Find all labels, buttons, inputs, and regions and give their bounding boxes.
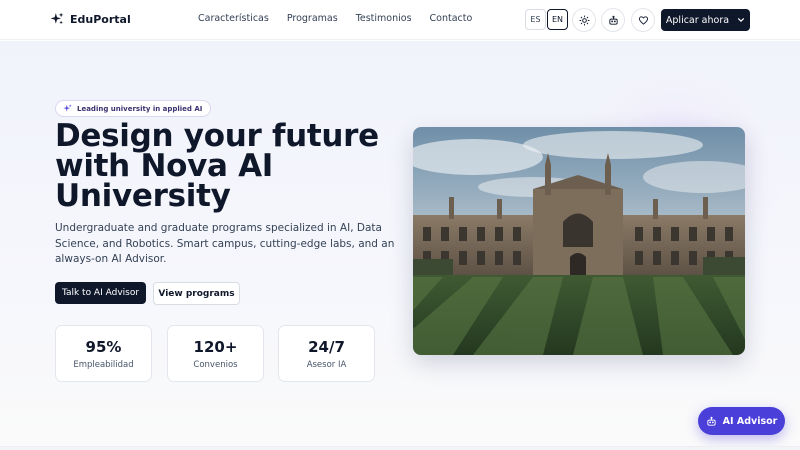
favorites-button[interactable] [631, 8, 655, 32]
ai-assistant-button[interactable] [601, 8, 625, 32]
hero-description: Undergraduate and graduate programs spec… [55, 222, 395, 265]
brand-logo[interactable]: EduPortal [50, 12, 131, 26]
stat-label: Asesor IA [306, 360, 347, 370]
language-en-button[interactable]: EN [547, 9, 568, 30]
hero-title: Design your future with Nova AI Universi… [55, 118, 379, 214]
apply-now-button[interactable]: Aplicar ahora [661, 9, 750, 31]
floating-ai-advisor-label: AI Advisor [722, 415, 778, 427]
nav-link-testimonios[interactable]: Testimonios [356, 13, 412, 24]
nav-link-caracteristicas[interactable]: Características [198, 13, 269, 24]
floating-ai-advisor-button[interactable]: AI Advisor [698, 407, 785, 435]
stat-card-agreements: 120+ Convenios [167, 325, 264, 382]
sparkle-icon [50, 12, 64, 25]
hero-badge-text: Leading university in applied AI [77, 104, 203, 113]
view-programs-button[interactable]: View programs [153, 282, 240, 305]
stat-value: 24/7 [308, 338, 345, 356]
sun-icon [578, 14, 590, 26]
robot-icon [707, 416, 716, 426]
main-nav: Características Programas Testimonios Co… [198, 13, 472, 24]
brand-name: EduPortal [70, 12, 131, 26]
stat-card-ai-advisor: 24/7 Asesor IA [278, 325, 375, 382]
sparkle-icon [63, 104, 72, 112]
theme-toggle-button[interactable] [572, 8, 596, 32]
section-divider [0, 446, 800, 450]
language-es-button[interactable]: ES [525, 9, 546, 30]
stat-value: 120+ [193, 338, 238, 356]
robot-icon [608, 15, 618, 25]
stat-card-employability: 95% Empleabilidad [55, 325, 152, 382]
nav-link-contacto[interactable]: Contacto [430, 13, 473, 24]
stat-label: Empleabilidad [73, 360, 134, 370]
heart-icon [638, 15, 648, 25]
hero-badge: Leading university in applied AI [55, 100, 212, 117]
stat-value: 95% [85, 338, 122, 356]
stat-label: Convenios [193, 360, 238, 370]
campus-image [413, 127, 745, 355]
apply-now-label: Aplicar ahora [665, 14, 730, 26]
nav-link-programas[interactable]: Programas [287, 13, 338, 24]
top-navbar: EduPortal Características Programas Test… [0, 0, 800, 40]
talk-to-ai-advisor-button[interactable]: Talk to AI Advisor [55, 282, 146, 304]
chevron-down-icon [738, 18, 745, 23]
